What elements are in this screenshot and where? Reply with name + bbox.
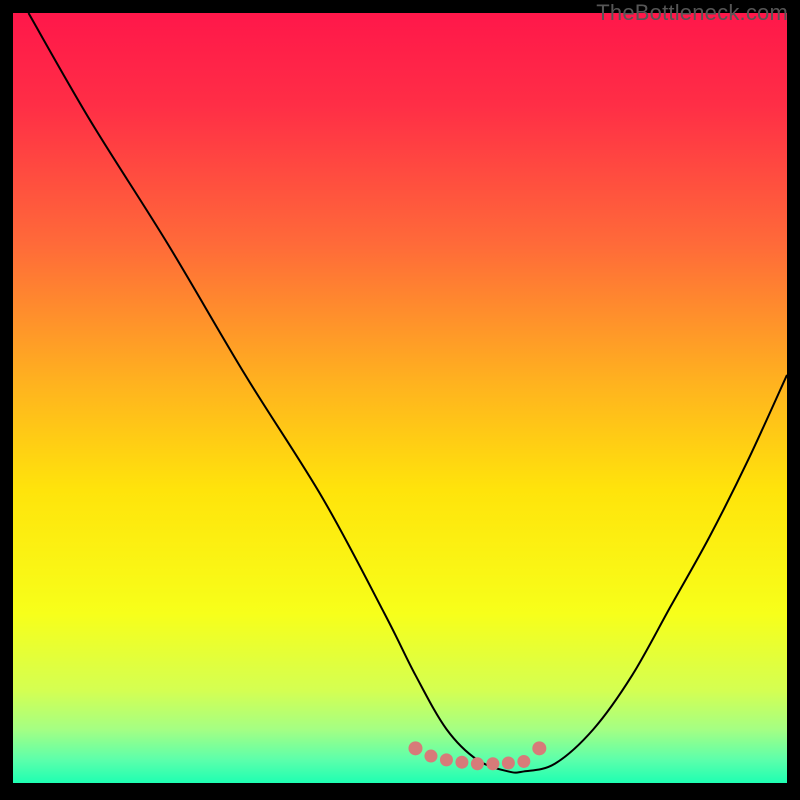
highlight-dot <box>455 756 468 769</box>
highlight-dot <box>532 741 546 755</box>
highlight-dot <box>408 741 422 755</box>
highlight-dot <box>502 756 515 769</box>
highlight-dot <box>471 757 484 770</box>
highlight-dot <box>517 755 530 768</box>
chart-frame: TheBottleneck.com <box>0 0 800 800</box>
gradient-background <box>13 13 787 783</box>
highlight-dot <box>486 757 499 770</box>
chart-plot-area <box>13 13 787 783</box>
watermark-text: TheBottleneck.com <box>596 0 788 24</box>
highlight-dot <box>424 750 437 763</box>
highlight-dot <box>440 753 453 766</box>
bottleneck-chart <box>13 13 787 783</box>
